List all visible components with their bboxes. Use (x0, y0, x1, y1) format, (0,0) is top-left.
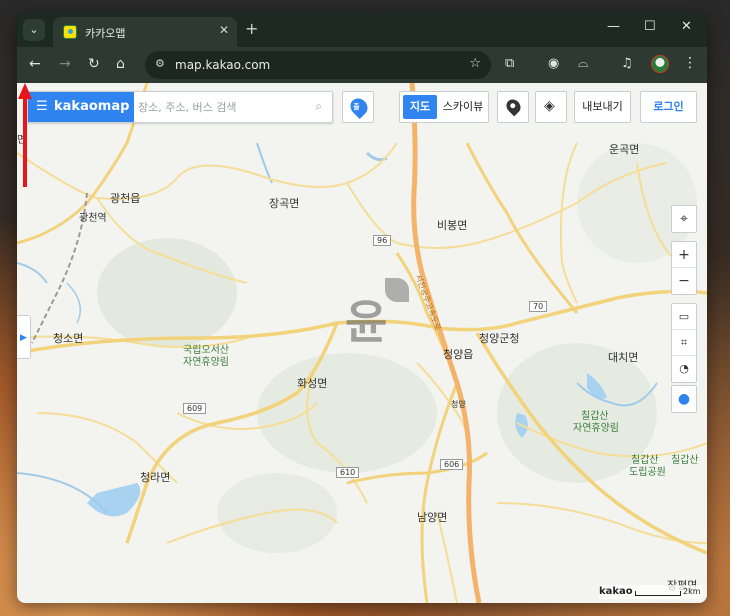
label-chilgapsan-forest: 자연휴양림 (573, 423, 619, 434)
forward-arrow-icon[interactable]: → (59, 56, 71, 72)
place-pin-button[interactable] (497, 91, 529, 123)
label-bibong: 비봉면 (437, 219, 468, 232)
add-place-tool: ● (671, 385, 697, 413)
new-tab-button[interactable]: + (245, 19, 258, 38)
home-icon[interactable]: ⌂ (116, 56, 125, 72)
search-icon[interactable]: ⌕ (315, 99, 322, 114)
search-input[interactable] (138, 98, 298, 116)
zoom-in-icon[interactable]: + (672, 242, 696, 268)
add-place-icon[interactable]: ● (672, 386, 696, 412)
logo-text: kakaomap (54, 99, 130, 114)
label-cheongyang-county: 청양군청 (479, 332, 520, 345)
site-info-icon[interactable]: ⚙ (155, 57, 165, 70)
label-chilgapsan-park-2: 도립공원 (629, 467, 666, 478)
map-canvas[interactable]: 광천읍 광천역 장곡면 비봉면 운곡면 청소면 국립오서산 자연휴양림 화성면 … (17, 83, 707, 603)
export-button[interactable]: 내보내기 (574, 91, 631, 123)
location-pin-icon (503, 96, 524, 117)
more-menu-icon[interactable]: ⋮ (683, 55, 697, 71)
search-box: ☰ kakaomap ⌕ (27, 91, 333, 123)
route-96-shield: 96 (373, 235, 392, 246)
zoom-out-icon[interactable]: − (672, 268, 696, 294)
back-arrow-icon[interactable]: ← (29, 56, 41, 72)
map-type-toggle: 지도 스카이뷰 (399, 91, 489, 123)
label-cheongna: 청라면 (140, 471, 171, 484)
label-gwangcheon-eup: 광천읍 (110, 192, 141, 205)
route-609-shield: 609 (183, 403, 207, 414)
route-pin-icon: 출 (346, 94, 372, 120)
measure-tools: ▭ ⌗ ◔ (671, 303, 697, 383)
scale-text: 2km (683, 587, 701, 596)
maximize-button[interactable]: ☐ (644, 19, 656, 34)
label-namyang: 남양면 (417, 511, 448, 524)
profile-avatar[interactable] (651, 55, 669, 73)
label-janggok: 장곡면 (269, 197, 300, 210)
screenshot-icon[interactable]: ◉ (548, 56, 559, 71)
label-hwaseong: 화성면 (297, 377, 328, 390)
label-gwangcheon-station: 광천역 (79, 213, 107, 224)
tab-close-icon[interactable]: ✕ (219, 23, 229, 37)
red-arrow-annotation (18, 83, 32, 187)
label-cheongso: 청소면 (53, 332, 84, 345)
tab-title: 카카오맵 (85, 27, 126, 40)
route-610-shield: 610 (336, 467, 360, 478)
label-natural-forest-2: 자연휴양림 (183, 357, 229, 368)
label-chilgapsan-right: 칠갑산 (671, 455, 699, 466)
scale-bar: kakao 2km (599, 585, 703, 599)
route-label: 출 (353, 102, 360, 111)
watermark-leaf-icon (385, 278, 409, 302)
ruler-icon[interactable]: ▭ (672, 304, 696, 330)
tab-search-chevron-icon[interactable]: ⌄ (23, 19, 45, 41)
my-location-tool: ⌖ (671, 205, 697, 233)
watermark-glyph: 윤 (345, 295, 388, 349)
route-70-shield: 70 (529, 301, 548, 312)
layers-button[interactable]: ◈ (535, 91, 567, 123)
menu-hamburger-icon[interactable]: ☰ (36, 99, 48, 114)
bookmark-star-icon[interactable]: ☆ (469, 56, 481, 71)
tab-strip: ⌄ 카카오맵 ✕ + — ☐ ✕ (17, 13, 707, 47)
reload-icon[interactable]: ↻ (88, 56, 100, 72)
radius-icon[interactable]: ◔ (672, 356, 696, 382)
area-measure-icon[interactable]: ⌗ (672, 330, 696, 356)
login-button[interactable]: 로그인 (640, 91, 697, 123)
route-button[interactable]: 출 (342, 91, 374, 123)
scale-kakao-brand: kakao (599, 586, 633, 597)
incognito-icon[interactable]: ⌓ (578, 56, 588, 71)
label-ungok: 운곡면 (609, 143, 640, 156)
kakaomap-favicon-icon (63, 25, 77, 39)
close-window-button[interactable]: ✕ (681, 19, 692, 34)
tab-kakaomap[interactable]: 카카오맵 ✕ (53, 17, 237, 47)
url-text[interactable]: map.kakao.com (175, 58, 270, 72)
watermark: 윤 (345, 278, 409, 349)
extensions-puzzle-icon[interactable]: ⧉ (505, 56, 514, 71)
browser-toolbar: ← → ↻ ⌂ ⚙ map.kakao.com ☆ ⧉ ◉ ⌓ ♫ ⋮ (17, 47, 707, 83)
scale-line (635, 591, 681, 596)
minimize-button[interactable]: — (607, 19, 620, 34)
sidebar-toggle-handle[interactable]: ▶ (17, 315, 31, 359)
label-cheongyang-ic: 청양 (451, 400, 466, 409)
browser-window: ⌄ 카카오맵 ✕ + — ☐ ✕ ← → ↻ ⌂ ⚙ map.kakao.com… (17, 13, 707, 603)
address-bar[interactable]: ⚙ map.kakao.com ☆ (145, 51, 491, 79)
media-control-icon[interactable]: ♫ (621, 56, 633, 71)
layers-icon: ◈ (544, 98, 555, 114)
label-cheongyang-eup: 청양읍 (443, 348, 474, 361)
my-location-icon[interactable]: ⌖ (672, 206, 696, 232)
map-type-skyview-button[interactable]: 스카이뷰 (440, 95, 486, 119)
route-606-shield: 606 (440, 459, 464, 470)
zoom-controls: + − (671, 241, 697, 295)
map-type-map-button[interactable]: 지도 (403, 95, 437, 119)
kakaomap-logo[interactable]: ☰ kakaomap (28, 92, 134, 122)
label-daechi: 대치면 (608, 351, 639, 364)
